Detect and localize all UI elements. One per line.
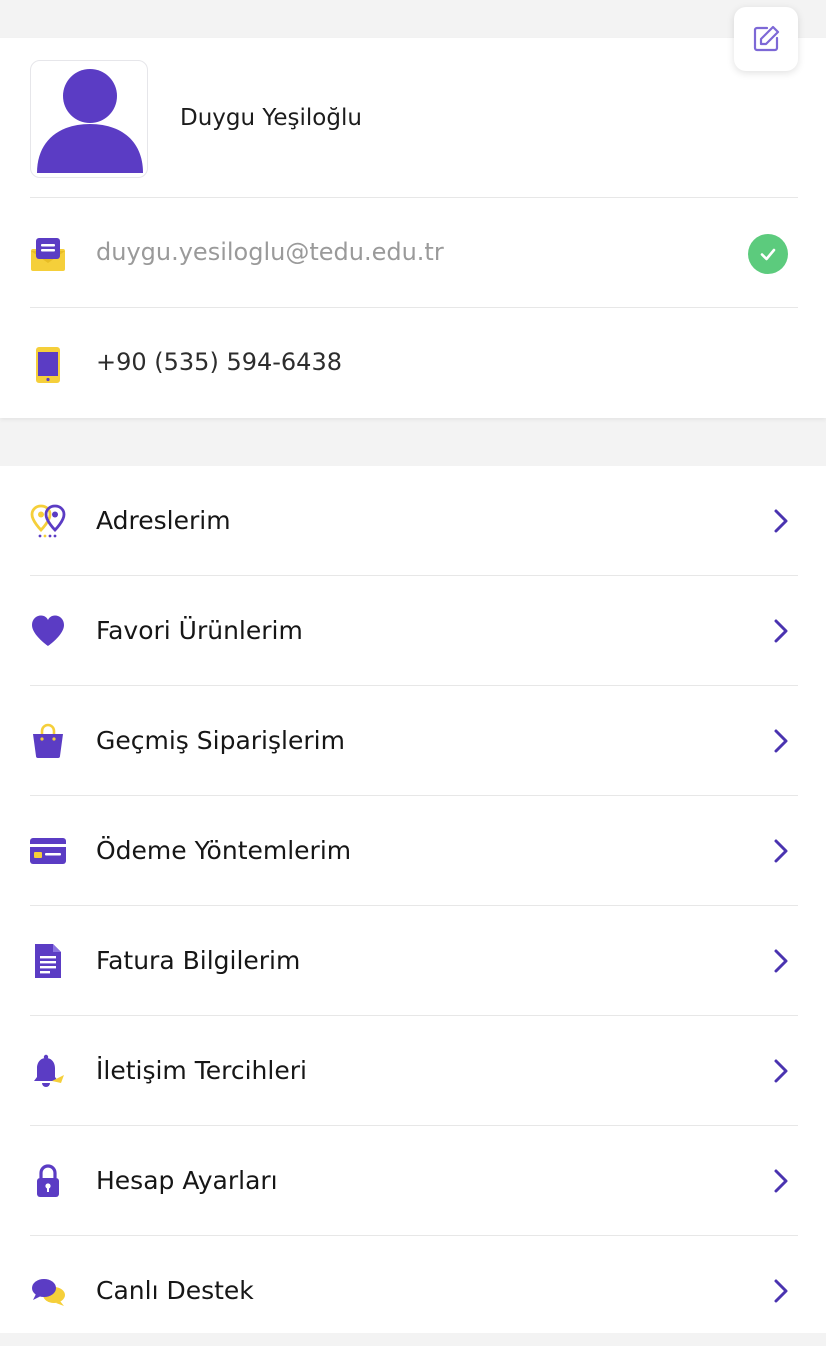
chevron-right-icon xyxy=(774,1059,788,1083)
chevron-right-icon xyxy=(774,949,788,973)
chevron-right-icon xyxy=(774,619,788,643)
menu-item-label: Ödeme Yöntemlerim xyxy=(96,836,352,865)
email-row: duygu.yesiloglu@tedu.edu.tr xyxy=(0,200,826,308)
edit-profile-button[interactable] xyxy=(734,7,798,71)
chevron-right-icon xyxy=(774,839,788,863)
menu-item-label: Adreslerim xyxy=(96,506,231,535)
check-circle-icon xyxy=(748,234,788,274)
profile-card: Duygu Yeşiloğlu duygu.yesiloglu@tedu.edu… xyxy=(0,38,826,418)
menu-item-label: Canlı Destek xyxy=(96,1276,254,1305)
menu-item-label: Hesap Ayarları xyxy=(96,1166,278,1195)
menu-item-canli-destek[interactable]: Canlı Destek xyxy=(0,1236,826,1346)
menu-item-iletisim-tercihleri[interactable]: İletişim Tercihleri xyxy=(0,1016,826,1126)
phone-text: +90 (535) 594-6438 xyxy=(96,348,342,376)
chevron-right-icon xyxy=(774,1169,788,1193)
menu-item-label: Favori Ürünlerim xyxy=(96,616,303,645)
heart-icon xyxy=(32,615,64,646)
chevron-right-icon xyxy=(774,729,788,753)
menu-item-label: Geçmiş Siparişlerim xyxy=(96,726,345,755)
divider xyxy=(30,197,798,198)
chat-bubbles-icon xyxy=(32,1279,65,1306)
bell-icon xyxy=(34,1054,64,1087)
menu-item-hesap-ayarlari[interactable]: Hesap Ayarları xyxy=(0,1126,826,1236)
avatar xyxy=(30,60,148,178)
user-avatar-icon xyxy=(37,69,143,173)
top-strip xyxy=(0,0,826,38)
phone-row: +90 (535) 594-6438 xyxy=(0,310,826,418)
menu-item-label: İletişim Tercihleri xyxy=(96,1056,307,1085)
location-pin-icon xyxy=(30,504,66,538)
edit-icon xyxy=(753,25,780,52)
shopping-bag-icon xyxy=(33,723,63,758)
document-icon xyxy=(35,944,61,978)
divider xyxy=(30,307,798,308)
menu-item-gecmis-siparislerim[interactable]: Geçmiş Siparişlerim xyxy=(0,686,826,796)
chevron-right-icon xyxy=(774,509,788,533)
email-text: duygu.yesiloglu@tedu.edu.tr xyxy=(96,238,444,266)
chevron-right-icon xyxy=(774,1279,788,1303)
menu-item-fatura-bilgilerim[interactable]: Fatura Bilgilerim xyxy=(0,906,826,1016)
envelope-icon xyxy=(31,238,65,271)
credit-card-icon xyxy=(30,838,66,864)
phone-icon xyxy=(36,347,60,383)
lock-icon xyxy=(37,1164,59,1197)
menu-item-odeme-yontemlerim[interactable]: Ödeme Yöntemlerim xyxy=(0,796,826,906)
menu-item-adreslerim[interactable]: Adreslerim xyxy=(0,466,826,576)
user-name: Duygu Yeşiloğlu xyxy=(180,105,362,131)
menu-item-label: Fatura Bilgilerim xyxy=(96,946,301,975)
account-menu: Adreslerim Favori Ürünlerim Geçmiş Sipar… xyxy=(0,466,826,1333)
menu-item-favori-urunlerim[interactable]: Favori Ürünlerim xyxy=(0,576,826,686)
